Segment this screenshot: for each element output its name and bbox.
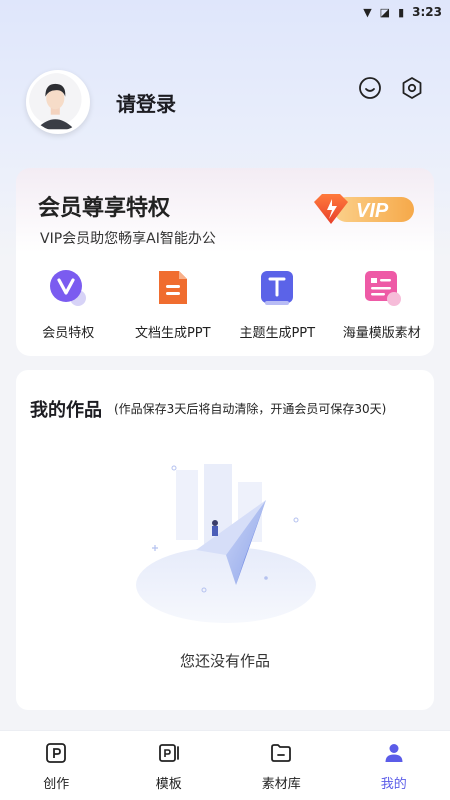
feature-label: 文档生成PPT <box>134 326 211 341</box>
signal-icon: ◪ <box>379 5 391 19</box>
vip-subtitle: VIP会员助您畅享AI智能办公 <box>40 231 216 247</box>
template-icon <box>362 268 402 308</box>
tab-label: 模板 <box>155 777 182 792</box>
tab-label: 创作 <box>43 777 70 792</box>
profile-area[interactable]: 请登录 <box>26 70 176 134</box>
vip-card[interactable]: 会员尊享特权 VIP会员助您畅享AI智能办公 VIP 会员特权 文档生成PPT … <box>16 168 434 356</box>
tab-label: 我的 <box>380 777 407 792</box>
tab-label: 素材库 <box>261 777 301 792</box>
status-time: 3:23 <box>412 5 442 19</box>
vip-badge-text: VIP <box>356 200 389 222</box>
template-tab-icon <box>158 744 179 762</box>
wifi-icon: ▼ <box>363 5 372 19</box>
tab-create[interactable]: 创作 <box>0 731 113 800</box>
battery-icon: ▮ <box>398 5 405 19</box>
smile-icon[interactable] <box>358 76 382 100</box>
person-icon <box>385 744 403 762</box>
avatar[interactable] <box>26 70 90 134</box>
folder-icon <box>271 744 292 762</box>
vip-badge[interactable]: VIP <box>312 192 416 226</box>
empty-illustration <box>126 460 326 630</box>
theme-t-icon <box>257 268 297 308</box>
feature-label: 海量模版素材 <box>342 326 421 341</box>
create-p-icon <box>46 743 67 763</box>
status-bar: ▼ ◪ ▮ 3:23 <box>0 0 450 24</box>
bottom-tab-bar: 创作 模板 素材库 我的 <box>0 730 450 800</box>
feature-doc-ppt[interactable]: 文档生成PPT <box>121 268 226 341</box>
vip-v-icon <box>48 268 88 308</box>
tab-materials[interactable]: 素材库 <box>225 731 338 800</box>
doc-icon <box>153 268 193 308</box>
tab-mine[interactable]: 我的 <box>338 731 450 800</box>
feature-templates[interactable]: 海量模版素材 <box>330 268 435 341</box>
feature-label: 会员特权 <box>42 326 95 341</box>
works-card: 我的作品 (作品保存3天后将自动清除，开通会员可保存30天) 您还没有作品 <box>16 370 434 710</box>
login-link[interactable]: 请登录 <box>116 88 176 117</box>
settings-icon[interactable] <box>400 76 424 100</box>
empty-state-text: 您还没有作品 <box>179 652 270 670</box>
works-title: 我的作品 <box>30 400 102 421</box>
vip-title: 会员尊享特权 <box>38 196 171 221</box>
works-note: (作品保存3天后将自动清除，开通会员可保存30天) <box>114 402 387 416</box>
feature-theme-ppt[interactable]: 主题生成PPT <box>225 268 330 341</box>
tab-templates[interactable]: 模板 <box>113 731 226 800</box>
feature-vip-privilege[interactable]: 会员特权 <box>16 268 121 341</box>
feature-label: 主题生成PPT <box>239 326 316 341</box>
